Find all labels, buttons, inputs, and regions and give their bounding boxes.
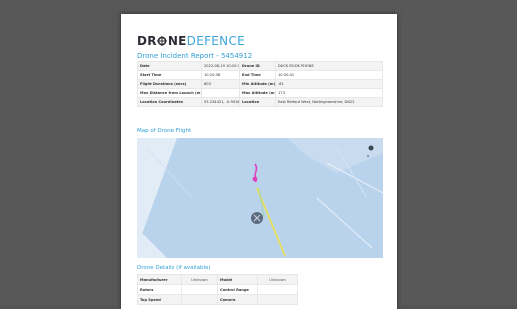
details-label: Model: [217, 274, 258, 285]
info-value: 53.234421, -0.901699: [201, 97, 240, 107]
logo-target-icon: [157, 36, 168, 46]
info-label: Max Distance from Launch (m): [137, 88, 202, 98]
table-row: Rotors Control Range: [137, 284, 298, 295]
info-value: DUCK ROOK PHONE: [275, 61, 383, 71]
details-value: [257, 284, 298, 295]
map-land-area: [137, 138, 177, 248]
launch-point-marker: [252, 176, 258, 182]
map-land-area: [137, 228, 167, 258]
report-title: Drone Incident Report - 5454912: [137, 52, 253, 60]
info-value: 2022-08-19 10:20:38: [201, 61, 240, 71]
info-value: [201, 88, 240, 98]
details-label: Rotors: [137, 284, 182, 295]
details-value: [257, 294, 298, 305]
info-label: Min Altitude (m): [239, 79, 276, 89]
info-value: -61: [275, 79, 383, 89]
table-row: Top Speed Camera: [137, 294, 298, 305]
drone-details-heading: Drone Details (if available): [137, 265, 211, 271]
report-page: DR NEDEFENCE Drone Incident Report - 5454…: [121, 14, 397, 309]
info-label: End Time: [239, 70, 276, 80]
details-value: [181, 284, 218, 295]
details-value: Unknown: [257, 274, 298, 285]
details-value: Unknown: [181, 274, 218, 285]
map-heading: Map of Drone Flight: [137, 128, 192, 134]
details-label: Control Range: [217, 284, 258, 295]
info-label: Max Altitude (m): [239, 88, 276, 98]
details-label: Manufacturer: [137, 274, 182, 285]
info-label: Location: [239, 97, 276, 107]
info-value: East Retford West, Nottinghamshire, DN22: [275, 97, 383, 107]
table-row: Manufacturer Unknown Model Unknown: [137, 274, 298, 285]
table-row: Flight Durations (secs) 603 Min Altitude…: [137, 79, 383, 89]
details-value: [181, 294, 218, 305]
info-label: Date: [137, 61, 202, 71]
logo-text-defence: DEFENCE: [186, 34, 246, 48]
info-label: Start Time: [137, 70, 202, 80]
flight-map[interactable]: N: [137, 138, 383, 258]
logo-text-dr: DR: [137, 34, 157, 48]
map-graphic: N: [137, 138, 383, 258]
info-label: Location Coordinates: [137, 97, 202, 107]
info-value: 603: [201, 79, 240, 89]
compass-label: N: [367, 154, 369, 158]
info-value: 173: [275, 88, 383, 98]
info-label: Drone ID: [239, 61, 276, 71]
details-label: Top Speed: [137, 294, 182, 305]
dronedefence-logo: DR NEDEFENCE: [137, 34, 245, 48]
info-value: 10:30:41: [275, 70, 383, 80]
table-row: Max Distance from Launch (m) Max Altitud…: [137, 88, 383, 98]
info-label: Flight Durations (secs): [137, 79, 202, 89]
drone-details-table: Manufacturer Unknown Model Unknown Rotor…: [137, 274, 298, 305]
logo-text-ne: NE: [167, 34, 187, 48]
compass-icon: [368, 145, 374, 151]
table-row: Start Time 10:20:38 End Time 10:30:41: [137, 70, 383, 80]
map-road: [316, 197, 373, 249]
table-row: Location Coordinates 53.234421, -0.90169…: [137, 97, 383, 107]
details-label: Camera: [217, 294, 258, 305]
table-row: Date 2022-08-19 10:20:38 Drone ID DUCK R…: [137, 61, 383, 71]
incident-info-table: Date 2022-08-19 10:20:38 Drone ID DUCK R…: [137, 61, 383, 107]
info-value: 10:20:38: [201, 70, 240, 80]
